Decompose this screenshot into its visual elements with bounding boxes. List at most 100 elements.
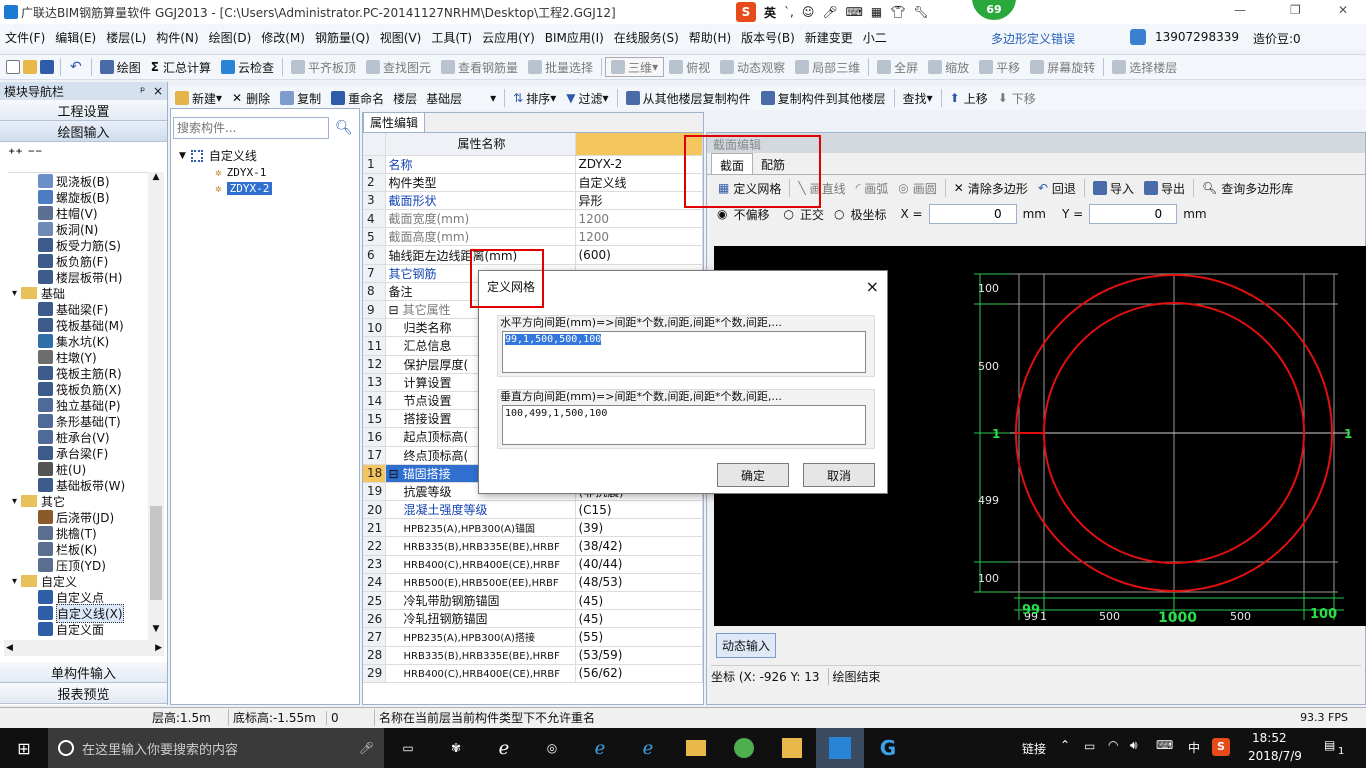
ime-toolbar[interactable]: S 英 ˋ, ☺ 🎤︎ ⌨ ▦ 👕︎ 🔧︎	[736, 1, 942, 23]
file-explorer-icon[interactable]	[672, 728, 720, 768]
edge-icon[interactable]: ℯ	[576, 728, 624, 768]
move-up-button[interactable]: ⬆ 上移	[945, 87, 993, 109]
menu-edit[interactable]: 编辑(E)	[50, 29, 101, 46]
sort-button[interactable]: ⇅ 排序 ▾	[508, 87, 561, 109]
property-row[interactable]: 27 HPB235(A),HPB300(A)搭接 (55)	[363, 627, 703, 647]
chevron-up-icon[interactable]: ⌃	[1060, 738, 1070, 752]
battery-icon[interactable]: ▭	[1084, 739, 1095, 753]
summary-calc-button[interactable]: Σ 汇总计算	[146, 56, 216, 78]
collapse-icon[interactable]: ▾	[12, 576, 17, 587]
top-view-button[interactable]: 俯视	[664, 56, 715, 78]
zoom-button[interactable]: 缩放	[923, 56, 974, 78]
nav-tree-item[interactable]: 柱墩(Y)	[8, 349, 148, 365]
import-button[interactable]: 导入	[1088, 177, 1139, 199]
expand-all-icon[interactable]: ⁺⁺	[8, 146, 23, 162]
nav-tree-item[interactable]: 螺旋板(B)	[8, 189, 148, 205]
property-value[interactable]: (39)	[575, 518, 703, 538]
save-icon[interactable]	[40, 60, 54, 74]
collapse-icon[interactable]: ▼	[179, 151, 186, 161]
emoji-icon[interactable]: ☺	[802, 5, 815, 19]
nav-tree-item[interactable]: 挑檐(T)	[8, 525, 148, 541]
collapse-icon[interactable]: ⊟	[389, 303, 399, 317]
volume-icon[interactable]: 🔊︎	[1130, 738, 1138, 753]
cloud-check-button[interactable]: 云检查	[216, 56, 279, 78]
copy-button[interactable]: 复制	[275, 87, 326, 109]
property-row[interactable]: 3 截面形状 异形	[363, 191, 703, 211]
property-value[interactable]: (55)	[575, 627, 703, 647]
property-tab[interactable]: 属性编辑	[363, 113, 703, 133]
collapse-icon[interactable]: ▾	[12, 496, 17, 507]
nav-tree-item[interactable]: 后浇带(JD)	[8, 509, 148, 525]
scroll-left-icon[interactable]: ◀	[6, 643, 13, 653]
punctuation-icon[interactable]: ˋ,	[784, 5, 794, 19]
nav-tree-item[interactable]: 柱帽(V)	[8, 205, 148, 221]
x-input[interactable]	[928, 204, 1017, 224]
move-down-button[interactable]: ⬇ 下移	[993, 87, 1041, 109]
undo-button[interactable]: ↶ 回退	[1033, 177, 1081, 199]
nav-tree-item[interactable]: 筏板基础(M)	[8, 317, 148, 333]
scroll-up-icon[interactable]: ▲	[148, 172, 164, 188]
nav-tree-folder[interactable]: ▾ 自定义	[8, 573, 148, 589]
nav-tree-item[interactable]: 条形基础(T)	[8, 413, 148, 429]
sogou-tray-icon[interactable]: S	[1212, 738, 1230, 756]
find-button[interactable]: 查找 ▾	[898, 87, 938, 109]
clock-date[interactable]: 2018/7/9	[1248, 749, 1302, 763]
polygon-library-button[interactable]: 🔍︎ 查询多边形库	[1197, 177, 1298, 199]
nav-tree-item[interactable]: 现浇板(B)	[8, 173, 148, 189]
property-row[interactable]: 4 截面宽度(mm) 1200	[363, 209, 703, 229]
minimize-button[interactable]: —	[1234, 3, 1246, 17]
notification-icon[interactable]: ▤	[1324, 738, 1335, 752]
property-value[interactable]: (40/44)	[575, 555, 703, 574]
copy-from-floor-button[interactable]: 从其他楼层复制构件	[621, 87, 756, 109]
cancel-button[interactable]: 取消	[803, 463, 875, 487]
nav-tree-item[interactable]: 集水坑(K)	[8, 333, 148, 349]
swirl-icon[interactable]: ◎	[528, 728, 576, 768]
nav-tree-item[interactable]: 独立基础(P)	[8, 397, 148, 413]
collapse-all-icon[interactable]: ⁻⁻	[28, 146, 43, 162]
property-value[interactable]: (38/42)	[575, 536, 703, 556]
wifi-icon[interactable]: ◠	[1108, 738, 1118, 752]
nav-tree-item[interactable]: 基础梁(F)	[8, 301, 148, 317]
batch-select-button[interactable]: 批量选择	[523, 56, 598, 78]
menu-rebar-qty[interactable]: 钢筋量(Q)	[310, 29, 375, 46]
component-search-input[interactable]	[173, 117, 329, 139]
tree-item[interactable]: ✲ ZDYX-1	[179, 164, 359, 180]
shirt-icon[interactable]: 👕︎	[890, 5, 905, 19]
nav-tree-item[interactable]: 栏板(K)	[8, 541, 148, 557]
clock-time[interactable]: 18:52	[1252, 731, 1287, 745]
nav-tree-item[interactable]: 桩(U)	[8, 461, 148, 477]
nav-tree-item[interactable]: 承台梁(F)	[8, 445, 148, 461]
open-folder-icon[interactable]	[23, 60, 37, 74]
radio-no-offset[interactable]: ◉	[717, 207, 727, 221]
copy-to-floor-button[interactable]: 复制构件到其他楼层	[756, 87, 891, 109]
property-row[interactable]: 21 HPB235(A),HPB300(A)锚固 (39)	[363, 518, 703, 538]
report-preview-button[interactable]: 报表预览	[0, 683, 167, 704]
nav-tree-item[interactable]: 桩承台(V)	[8, 429, 148, 445]
y-input[interactable]	[1089, 204, 1178, 224]
menu-floor[interactable]: 楼层(L)	[101, 29, 151, 46]
dynamic-observe-button[interactable]: 动态观察	[715, 56, 790, 78]
nav-tree-item[interactable]: 板洞(N)	[8, 221, 148, 237]
nav-tree-item[interactable]: 压顶(YD)	[8, 557, 148, 573]
ie-icon[interactable]: ℯ	[624, 728, 672, 768]
property-tab-label[interactable]: 属性编辑	[363, 113, 426, 132]
property-value[interactable]: (53/59)	[575, 646, 703, 665]
green-app-icon[interactable]	[720, 728, 768, 768]
link-label[interactable]: 链接	[1022, 740, 1046, 757]
property-row[interactable]: 2 构件类型 自定义线	[363, 173, 703, 192]
property-row[interactable]: 24 HRB500(E),HRB500E(EE),HRBF (48/53)	[363, 573, 703, 593]
property-row[interactable]: 25 冷轧带肋钢筋锚固 (45)	[363, 591, 703, 611]
search-icon[interactable]: 🔍︎	[335, 120, 353, 136]
scroll-down-icon[interactable]: ▼	[148, 624, 164, 640]
nav-hscroll[interactable]: ◀ ▶	[4, 640, 164, 656]
nav-tree-item[interactable]: 板受力筋(S)	[8, 237, 148, 253]
menu-help[interactable]: 帮助(H)	[684, 29, 736, 46]
close-button[interactable]: ✕	[1338, 3, 1348, 17]
nav-tree-folder[interactable]: ▾ 其它	[8, 493, 148, 509]
nav-tree-item[interactable]: 基础板带(W)	[8, 477, 148, 493]
nav-expand-collapse[interactable]: ⁺⁺ ⁻⁻	[0, 142, 167, 166]
microphone-icon[interactable]: 🎤︎	[359, 741, 374, 755]
property-value[interactable]: (45)	[575, 609, 703, 629]
property-value[interactable]: (56/62)	[575, 664, 703, 683]
draw-button[interactable]: 绘图	[95, 56, 146, 78]
